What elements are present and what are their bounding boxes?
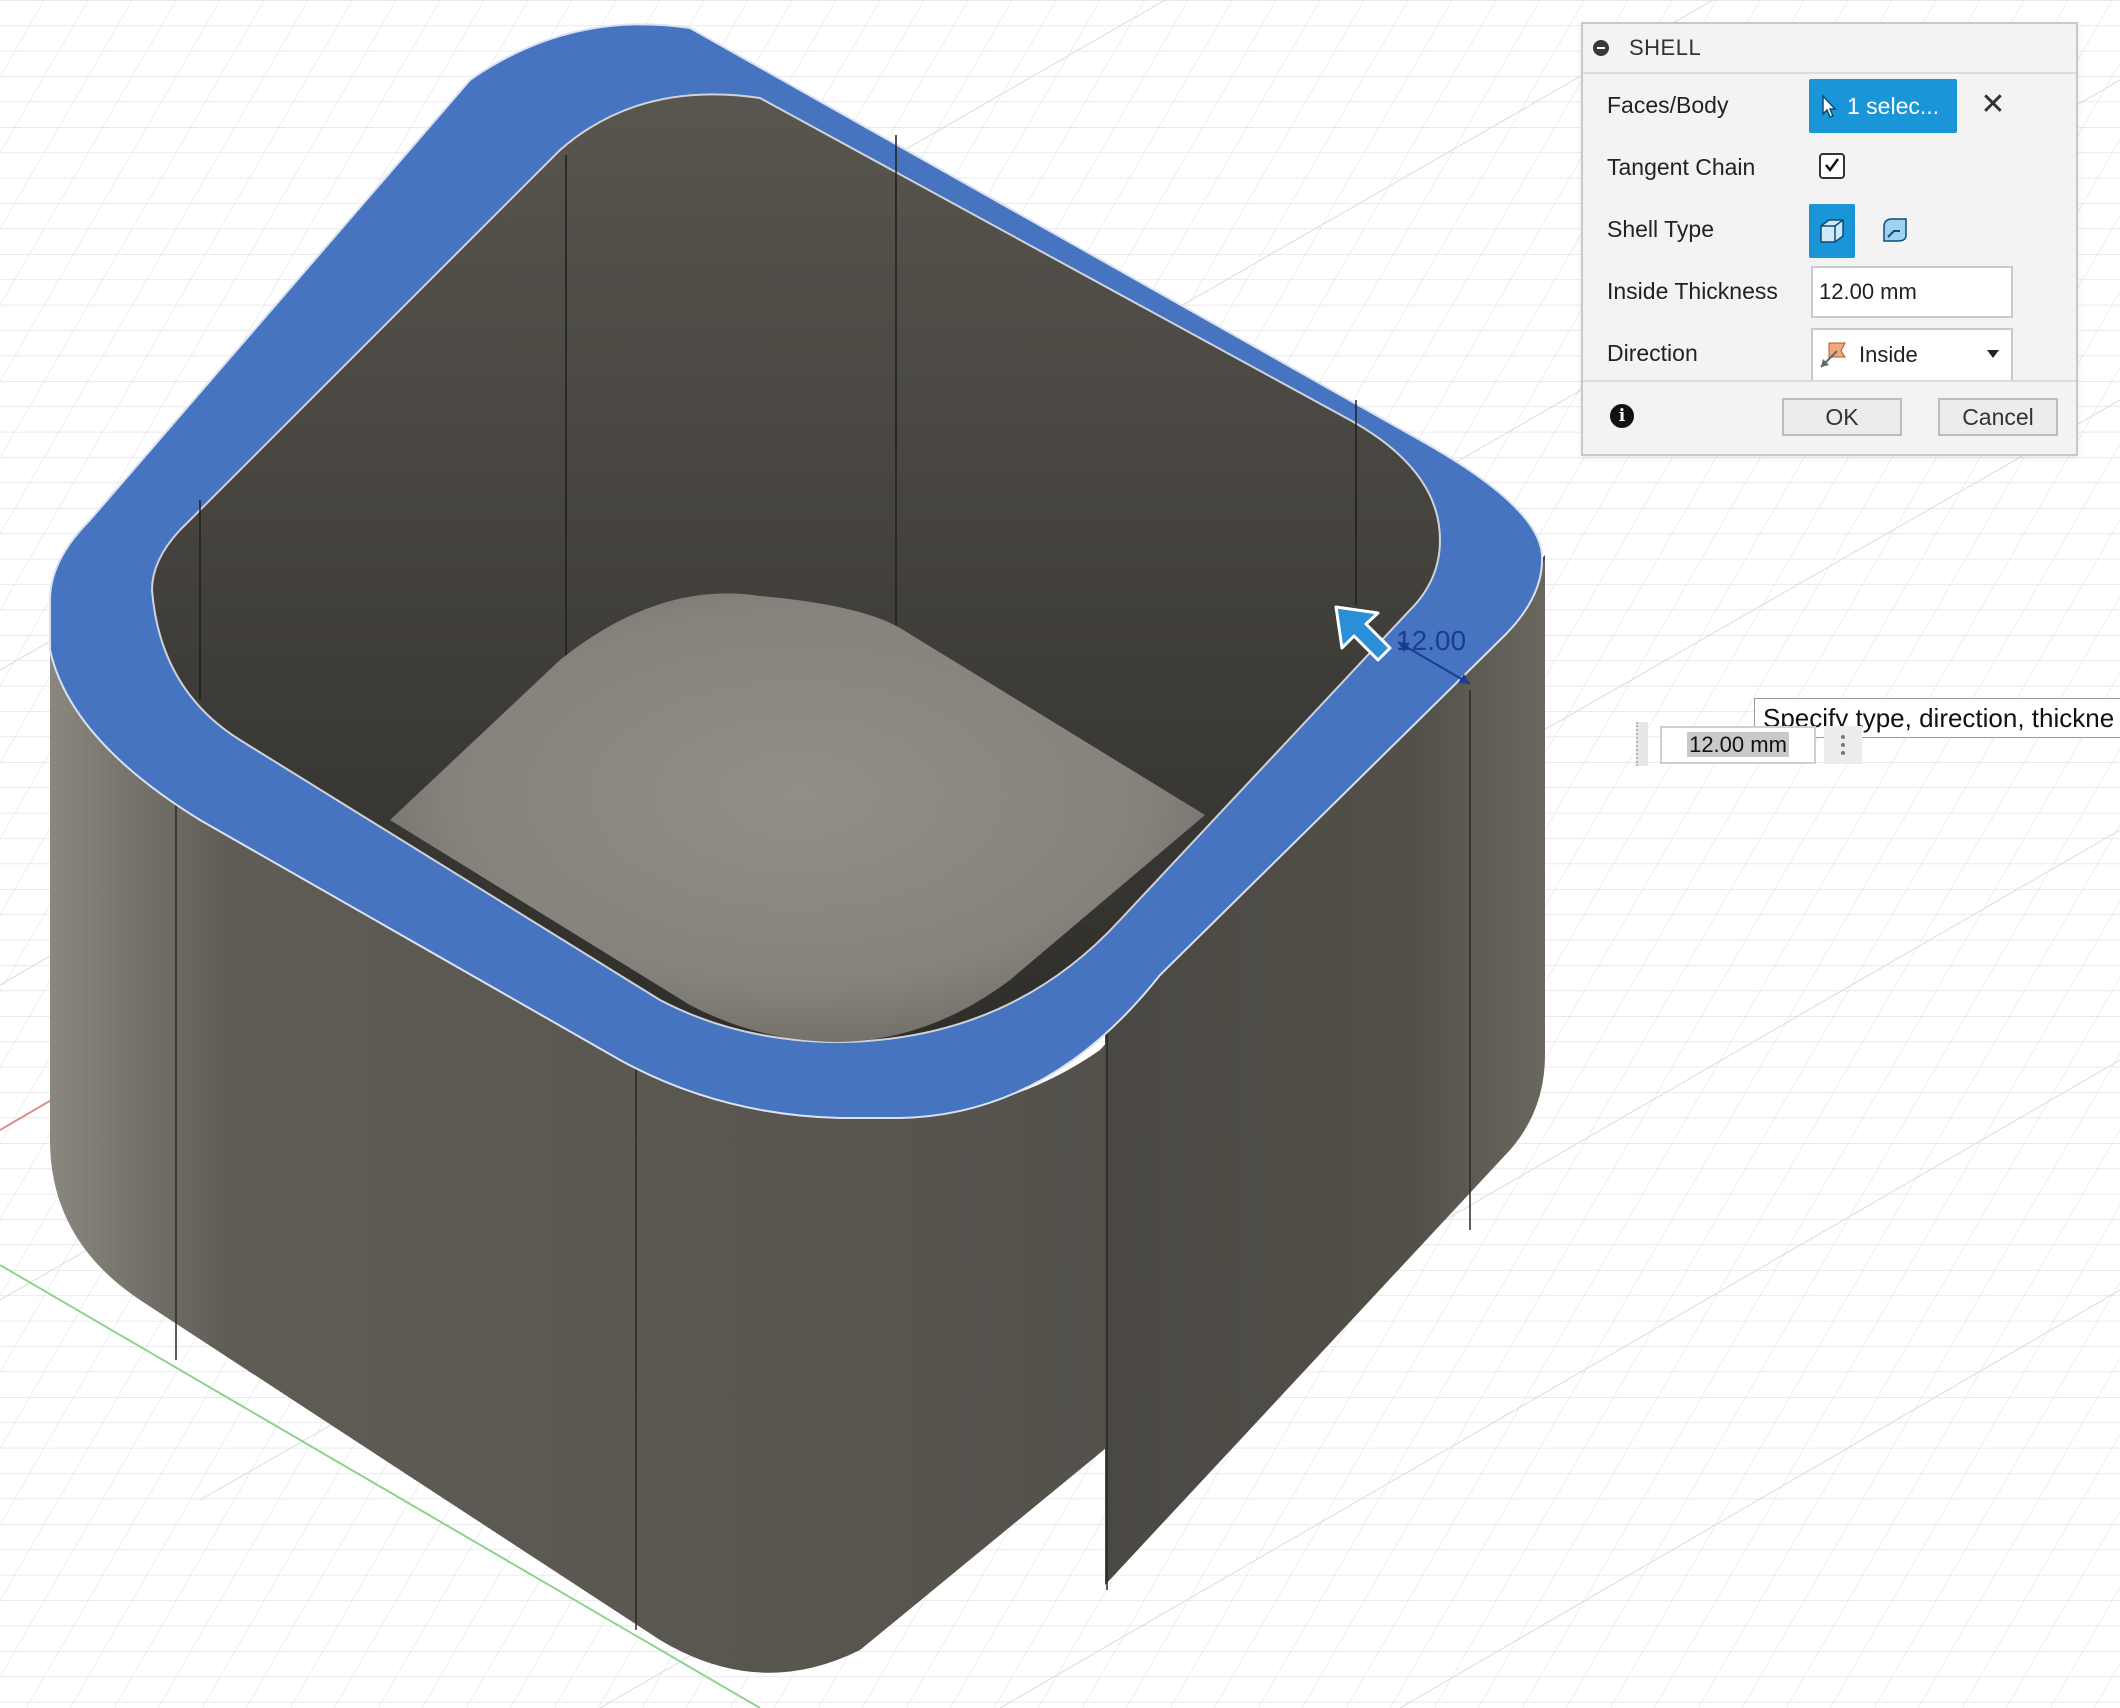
shell-type-label: Shell Type bbox=[1607, 215, 1714, 242]
thickness-mini-input[interactable]: 12.00 mm bbox=[1660, 726, 1816, 764]
collapse-icon[interactable] bbox=[1593, 40, 1609, 56]
info-icon[interactable]: i bbox=[1610, 404, 1634, 428]
cancel-button[interactable]: Cancel bbox=[1938, 398, 2058, 436]
close-icon[interactable]: ✕ bbox=[1976, 88, 2010, 122]
inside-thickness-label: Inside Thickness bbox=[1607, 277, 1778, 304]
ok-button[interactable]: OK bbox=[1782, 398, 1902, 436]
select-cursor-icon bbox=[1821, 94, 1837, 118]
dialog-footer: i OK Cancel bbox=[1583, 380, 2076, 458]
shell-type-rounded-button[interactable] bbox=[1875, 210, 1915, 250]
faces-body-selection-text: 1 selec... bbox=[1847, 92, 1940, 119]
dialog-header: SHELL bbox=[1583, 24, 2076, 74]
sharp-shell-icon bbox=[1820, 219, 1844, 243]
direction-dropdown[interactable]: Inside bbox=[1811, 328, 2013, 382]
tangent-chain-label: Tangent Chain bbox=[1607, 153, 1756, 180]
inside-thickness-input[interactable]: 12.00 mm bbox=[1811, 266, 2013, 318]
tangent-chain-row: Tangent Chain bbox=[1583, 136, 2076, 198]
shell-type-sharp-button[interactable] bbox=[1809, 204, 1855, 258]
tangent-chain-checkbox[interactable] bbox=[1819, 153, 1845, 179]
direction-value: Inside bbox=[1859, 342, 1918, 367]
direction-row: Direction Inside bbox=[1583, 322, 2076, 384]
rounded-shell-icon bbox=[1883, 218, 1907, 242]
direction-arrow-icon bbox=[1817, 339, 1849, 371]
dialog-title: SHELL bbox=[1629, 35, 1702, 60]
faces-body-row: Faces/Body 1 selec... ✕ bbox=[1583, 74, 2076, 136]
shell-dialog: SHELL Faces/Body 1 selec... ✕ Tangent Ch… bbox=[1581, 22, 2078, 456]
chevron-down-icon bbox=[1987, 350, 1999, 358]
inside-thickness-row: Inside Thickness 12.00 mm bbox=[1583, 260, 2076, 322]
thickness-dimension-label: 12.00 bbox=[1396, 625, 1467, 656]
faces-body-label: Faces/Body bbox=[1607, 91, 1729, 118]
more-vertical-icon[interactable] bbox=[1824, 726, 1862, 764]
thickness-mini-value: 12.00 mm bbox=[1687, 732, 1789, 757]
mini-toolbar-grip[interactable] bbox=[1636, 722, 1648, 766]
faces-body-select-button[interactable]: 1 selec... bbox=[1809, 79, 1957, 133]
direction-label: Direction bbox=[1607, 339, 1698, 366]
shell-type-row: Shell Type bbox=[1583, 198, 2076, 260]
